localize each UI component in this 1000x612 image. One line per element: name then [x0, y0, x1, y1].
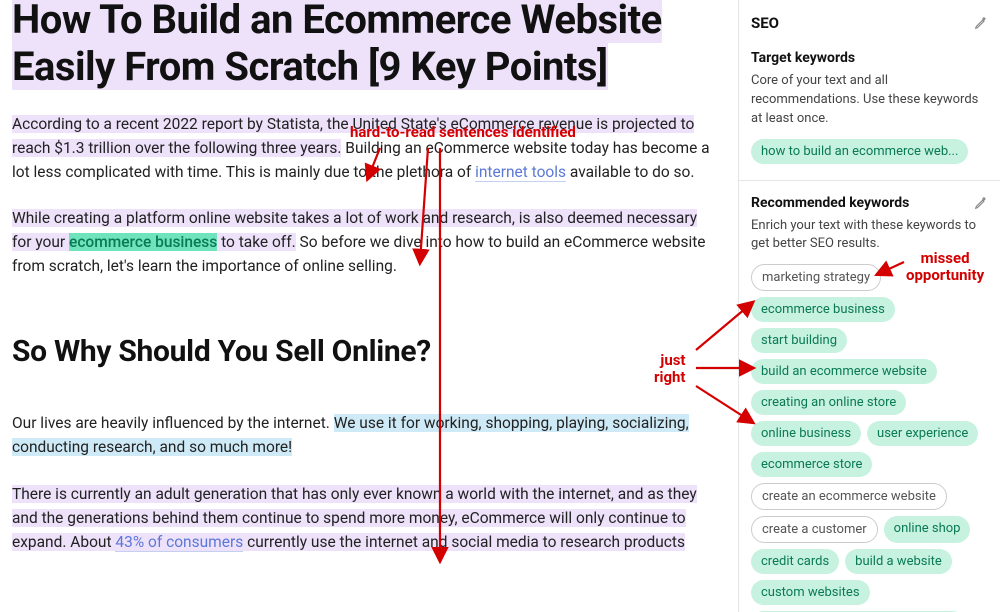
paragraph-1[interactable]: According to a recent 2022 report by Sta… — [12, 112, 718, 184]
article-editor[interactable]: How To Build an Ecommerce Website Easily… — [0, 0, 730, 612]
keyword-pill[interactable]: online shop — [884, 516, 971, 543]
paragraph-2[interactable]: While creating a platform online website… — [12, 206, 718, 278]
target-keywords-desc: Core of your text and all recommendation… — [751, 72, 988, 129]
keyword-pill[interactable]: creating an online store — [751, 390, 906, 415]
edit-icon[interactable] — [974, 196, 988, 210]
article-title[interactable]: How To Build an Ecommerce Website Easily… — [12, 0, 718, 90]
seo-panel-title: SEO — [751, 14, 779, 32]
keyword-pill[interactable]: user experience — [867, 421, 978, 446]
recommended-keywords-heading: Recommended keywords — [751, 195, 909, 211]
keyword-pill[interactable]: create a customer — [751, 516, 878, 543]
paragraph-4[interactable]: There is currently an adult generation t… — [12, 482, 718, 554]
keyword-match: ecommerce business — [69, 233, 217, 251]
recommended-keywords-desc: Enrich your text with these keywords to … — [751, 217, 988, 255]
title-highlight: How To Build an Ecommerce Website Easily… — [12, 0, 662, 90]
link-consumers[interactable]: 43% of consumers — [115, 533, 243, 552]
keyword-pill[interactable]: ecommerce store — [751, 452, 872, 477]
keyword-pill[interactable]: custom websites — [751, 580, 870, 605]
paragraph-3[interactable]: Our lives are heavily influenced by the … — [12, 411, 718, 459]
target-keywords-heading: Target keywords — [751, 50, 988, 66]
keyword-pill[interactable]: marketing strategy — [751, 264, 881, 291]
seo-sidebar: SEO Target keywords Core of your text an… — [738, 0, 1000, 612]
keyword-pill[interactable]: create an ecommerce website — [751, 483, 947, 510]
keyword-pill[interactable]: build a website — [845, 549, 952, 574]
edit-icon[interactable] — [974, 16, 988, 30]
keyword-pill[interactable]: build an ecommerce website — [751, 359, 937, 384]
divider — [739, 180, 1000, 181]
keyword-pill[interactable]: credit cards — [751, 549, 839, 574]
keyword-pill[interactable]: ecommerce business — [751, 297, 895, 322]
link-internet-tools[interactable]: internet tools — [475, 163, 566, 182]
target-keyword-pill[interactable]: how to build an ecommerce web... — [751, 139, 968, 164]
keyword-pill[interactable]: start building — [751, 328, 847, 353]
keyword-pill[interactable]: online business — [751, 421, 861, 446]
heading-2[interactable]: So Why Should You Sell Online? — [12, 334, 718, 369]
hard-sentence: There is currently an adult generation t… — [12, 485, 697, 551]
recommended-keyword-list: marketing strategy ecommerce business star… — [751, 264, 988, 612]
